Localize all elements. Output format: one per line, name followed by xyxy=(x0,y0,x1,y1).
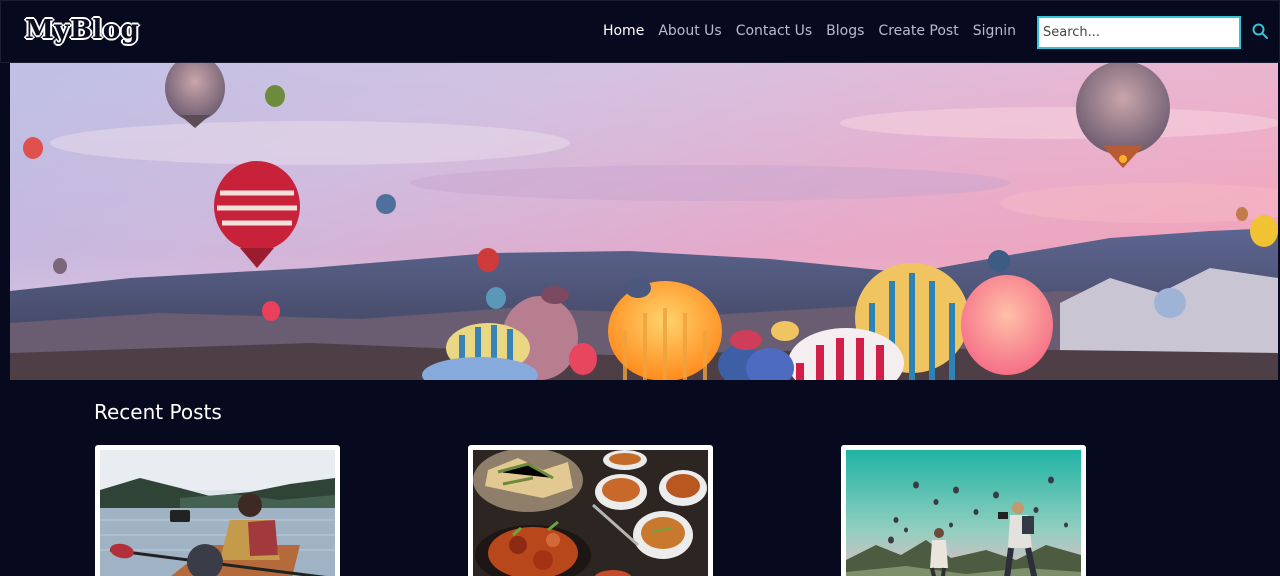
navbar: MyBlog Home About Us Contact Us Blogs Cr… xyxy=(0,0,1280,63)
search-button[interactable] xyxy=(1250,22,1270,42)
hero-banner xyxy=(10,63,1278,380)
post-card[interactable] xyxy=(95,445,340,576)
nav-blogs-link[interactable]: Blogs xyxy=(826,23,864,39)
nav-contact-link[interactable]: Contact Us xyxy=(736,23,812,39)
post-card[interactable] xyxy=(841,445,1086,576)
search-icon xyxy=(1252,23,1268,39)
nav-home-link[interactable]: Home xyxy=(603,23,644,39)
post-image-kayak xyxy=(100,450,335,576)
nav-create-post-link[interactable]: Create Post xyxy=(878,23,958,39)
hero-balloons-image xyxy=(10,63,1278,380)
search-input[interactable] xyxy=(1037,16,1241,49)
nav-about-link[interactable]: About Us xyxy=(658,23,721,39)
post-image-balloon-photographer xyxy=(846,450,1081,576)
post-image-food xyxy=(473,450,708,576)
post-card[interactable] xyxy=(468,445,713,576)
nav-signin-link[interactable]: Signin xyxy=(973,23,1016,39)
recent-posts-heading: Recent Posts xyxy=(94,400,222,424)
main-nav: Home About Us Contact Us Blogs Create Po… xyxy=(603,23,1016,39)
site-logo[interactable]: MyBlog xyxy=(25,15,139,45)
